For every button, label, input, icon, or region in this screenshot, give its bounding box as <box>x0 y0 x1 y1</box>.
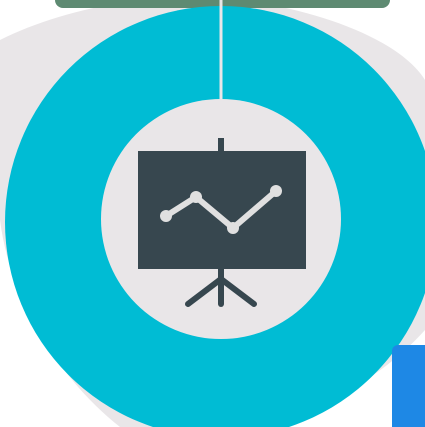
infographic-canvas <box>0 0 425 427</box>
blue-tab <box>392 345 425 427</box>
infographic-illustration <box>0 0 425 427</box>
